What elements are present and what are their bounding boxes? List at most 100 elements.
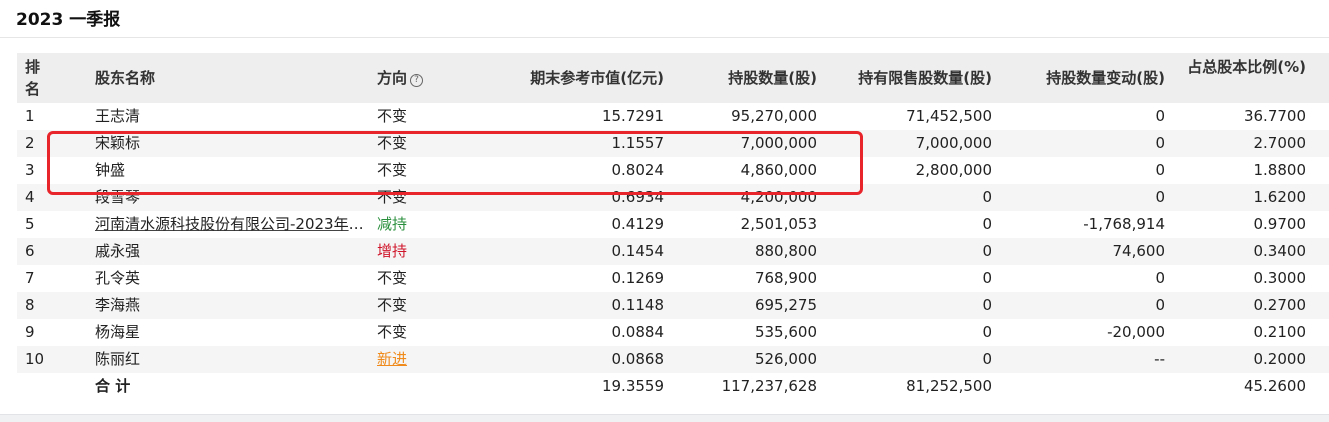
header-name: 股东名称 — [95, 69, 156, 87]
header-ratio: 占总股本比例(%) — [1187, 58, 1306, 76]
table-body: 1 王志清 不变 15.7291 95,270,000 71,452,500 0 36.770… — [17, 103, 1329, 373]
title-divider — [0, 37, 1329, 38]
total-row: 合 计 19.3559 117,237,628 81,252,500 45.26… — [17, 373, 1329, 400]
shares-cell: 695,275 — [754, 296, 817, 314]
ratio-cell: 0.2100 — [1253, 323, 1307, 341]
rank-cell: 1 — [25, 107, 35, 125]
direction-cell: 不变 — [377, 296, 408, 314]
restricted-cell: 0 — [982, 188, 992, 206]
direction-cell: 不变 — [377, 269, 408, 287]
ratio-cell: 36.7700 — [1243, 107, 1306, 125]
market-value-cell: 0.1148 — [611, 296, 665, 314]
restricted-cell: 0 — [982, 242, 992, 260]
market-value-cell: 1.1557 — [611, 134, 665, 152]
direction-cell: 不变 — [377, 188, 408, 206]
restricted-cell: 71,452,500 — [906, 107, 992, 125]
shares-cell: 880,800 — [754, 242, 817, 260]
ratio-cell: 2.7000 — [1253, 134, 1307, 152]
restricted-cell: 0 — [982, 215, 992, 233]
change-cell: 0 — [1155, 296, 1165, 314]
shareholder-name[interactable]: 李海燕 — [95, 292, 365, 319]
ratio-cell: 0.2000 — [1253, 350, 1307, 368]
direction-cell[interactable]: 新进 — [377, 346, 457, 373]
table-row: 10 陈丽红 新进 0.0868 526,000 0 -- 0.2000 — [17, 346, 1329, 373]
shareholder-name[interactable]: 杨海星 — [95, 319, 365, 346]
help-icon[interactable]: ? — [410, 74, 424, 87]
change-cell: 0 — [1155, 188, 1165, 206]
shares-cell: 4,860,000 — [740, 161, 817, 179]
shares-cell: 535,600 — [754, 323, 817, 341]
table-row: 3 钟盛 不变 0.8024 4,860,000 2,800,000 0 1.8800 — [17, 157, 1329, 184]
ratio-cell: 1.8800 — [1253, 161, 1307, 179]
direction-cell: 不变 — [377, 107, 408, 125]
total-market-value: 19.3559 — [601, 377, 664, 395]
change-cell: 0 — [1155, 134, 1165, 152]
direction-cell[interactable]: 增持 — [377, 238, 457, 265]
table-row: 7 孔令英 不变 0.1269 768,900 0 0 0.3000 — [17, 265, 1329, 292]
market-value-cell: 0.8024 — [611, 161, 665, 179]
market-value-cell: 0.4129 — [611, 215, 665, 233]
direction-cell: 不变 — [377, 134, 408, 152]
shareholder-name[interactable]: 河南清水源科技股份有限公司-2023年员工持股计划 — [95, 211, 365, 238]
change-cell: -1,768,914 — [1083, 215, 1165, 233]
shareholder-panel: 2023 一季报 排名 股东名称 方向? 期末参考市值(亿元) 持股数量(股) … — [0, 0, 1329, 415]
ratio-cell: 1.6200 — [1253, 188, 1307, 206]
table-row: 1 王志清 不变 15.7291 95,270,000 71,452,500 0 36.770… — [17, 103, 1329, 130]
restricted-cell: 2,800,000 — [915, 161, 992, 179]
change-cell: -- — [1154, 350, 1165, 368]
shares-cell: 95,270,000 — [731, 107, 817, 125]
rank-cell: 5 — [25, 215, 35, 233]
shares-cell: 768,900 — [754, 269, 817, 287]
restricted-cell: 0 — [982, 350, 992, 368]
market-value-cell: 15.7291 — [601, 107, 664, 125]
change-cell: 0 — [1155, 161, 1165, 179]
panel-title: 2023 一季报 — [16, 10, 121, 30]
table-row: 4 段雪琴 不变 0.6934 4,200,000 0 0 1.6200 — [17, 184, 1329, 211]
table-header: 排名 股东名称 方向? 期末参考市值(亿元) 持股数量(股) 持有限售股数量(股… — [17, 53, 1329, 103]
header-direction: 方向? — [377, 53, 457, 103]
market-value-cell: 0.0868 — [611, 350, 665, 368]
shares-cell: 7,000,000 — [740, 134, 817, 152]
direction-cell: 不变 — [377, 323, 408, 341]
shareholder-name[interactable]: 钟盛 — [95, 157, 365, 184]
rank-cell: 10 — [25, 350, 45, 368]
shareholder-name[interactable]: 段雪琴 — [95, 184, 365, 211]
total-restricted: 81,252,500 — [906, 377, 992, 395]
rank-cell: 9 — [25, 323, 35, 341]
total-ratio: 45.2600 — [1243, 377, 1306, 395]
shareholder-name[interactable]: 宋颖标 — [95, 130, 365, 157]
market-value-cell: 0.1269 — [611, 269, 665, 287]
header-direction-label: 方向 — [377, 69, 408, 87]
restricted-cell: 0 — [982, 296, 992, 314]
table-row: 9 杨海星 不变 0.0884 535,600 0 -20,000 0.2100 — [17, 319, 1329, 346]
market-value-cell: 0.6934 — [611, 188, 665, 206]
shareholder-name[interactable]: 陈丽红 — [95, 346, 365, 373]
total-shares: 117,237,628 — [721, 377, 817, 395]
header-market-value: 期末参考市值(亿元) — [530, 69, 664, 87]
market-value-cell: 0.0884 — [611, 323, 665, 341]
rank-cell: 3 — [25, 161, 35, 179]
header-restricted: 持有限售股数量(股) — [858, 69, 992, 87]
rank-cell: 8 — [25, 296, 35, 314]
rank-cell: 6 — [25, 242, 35, 260]
direction-cell[interactable]: 减持 — [377, 211, 457, 238]
rank-cell: 2 — [25, 134, 35, 152]
shares-cell: 2,501,053 — [740, 215, 817, 233]
change-cell: 74,600 — [1112, 242, 1166, 260]
shareholder-table: 排名 股东名称 方向? 期末参考市值(亿元) 持股数量(股) 持有限售股数量(股… — [17, 53, 1329, 400]
shares-cell: 526,000 — [754, 350, 817, 368]
table-row: 6 戚永强 增持 0.1454 880,800 0 74,600 0.3400 — [17, 238, 1329, 265]
restricted-cell: 0 — [982, 269, 992, 287]
header-shares: 持股数量(股) — [728, 69, 817, 87]
shareholder-name[interactable]: 戚永强 — [95, 238, 365, 265]
ratio-cell: 0.3400 — [1253, 242, 1307, 260]
header-rank: 排名 — [25, 58, 41, 98]
shareholder-name[interactable]: 孔令英 — [95, 265, 365, 292]
table-row: 5 河南清水源科技股份有限公司-2023年员工持股计划减持 0.4129 2,501,… — [17, 211, 1329, 238]
change-cell: 0 — [1155, 269, 1165, 287]
ratio-cell: 0.2700 — [1253, 296, 1307, 314]
change-cell: -20,000 — [1107, 323, 1165, 341]
table-row: 2 宋颖标 不变 1.1557 7,000,000 7,000,000 0 2.7000 — [17, 130, 1329, 157]
table-row: 8 李海燕 不变 0.1148 695,275 0 0 0.2700 — [17, 292, 1329, 319]
shareholder-name[interactable]: 王志清 — [95, 103, 365, 130]
